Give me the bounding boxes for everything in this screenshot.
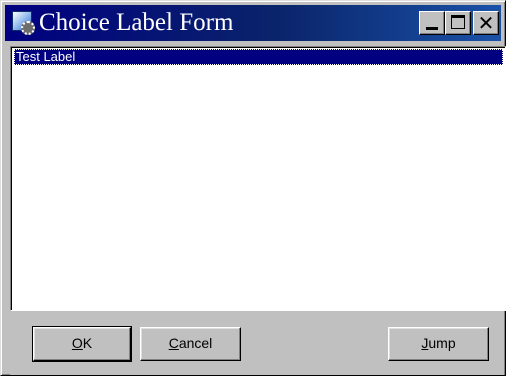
ok-button[interactable]: OK xyxy=(32,326,132,362)
label-list[interactable]: Test Label xyxy=(10,46,506,311)
minimize-button[interactable] xyxy=(419,11,445,35)
button-bar: OK Cancel Jump xyxy=(10,313,504,375)
ok-label-rest: K xyxy=(82,335,93,351)
minimize-icon xyxy=(426,27,438,30)
window-title: Choice Label Form xyxy=(39,9,234,36)
caption-buttons: ✕ xyxy=(419,11,499,35)
title-bar[interactable]: Choice Label Form ✕ xyxy=(5,5,501,41)
maximize-button[interactable] xyxy=(445,11,471,35)
maximize-icon xyxy=(451,15,465,29)
list-item[interactable]: Test Label xyxy=(14,49,503,65)
close-icon: ✕ xyxy=(477,11,495,35)
close-button[interactable]: ✕ xyxy=(473,11,499,35)
jump-button[interactable]: Jump xyxy=(388,327,489,361)
ok-accelerator: O xyxy=(71,335,83,351)
choice-label-form-window: Choice Label Form ✕ Test Label OK Cancel… xyxy=(0,0,506,376)
cancel-label-rest: ancel xyxy=(178,335,213,351)
cancel-accelerator: C xyxy=(168,335,179,351)
list-item-label: Test Label xyxy=(16,49,76,64)
jump-label-rest: ump xyxy=(428,335,456,351)
gear-shape xyxy=(21,21,35,35)
cancel-button[interactable]: Cancel xyxy=(140,327,241,361)
form-gear-icon[interactable] xyxy=(11,10,37,36)
